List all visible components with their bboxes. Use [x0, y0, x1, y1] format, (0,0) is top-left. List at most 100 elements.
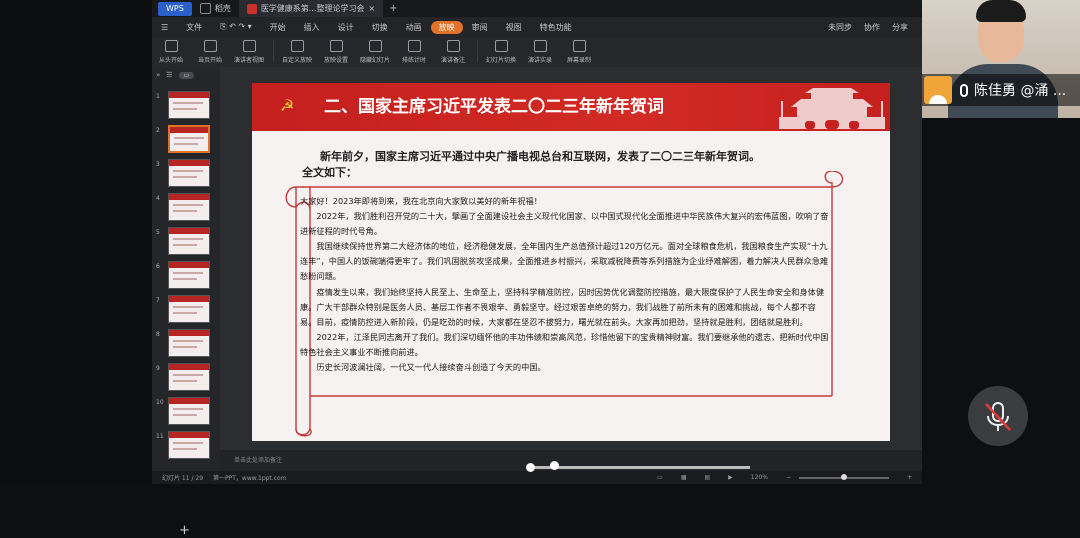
play-current-icon: [203, 40, 217, 52]
new-year-speech-text: 大家好！2023年即将到来，我在北京向大家致以美好的新年祝福！ 2022年，我们…: [300, 194, 830, 375]
settings-icon: [329, 40, 343, 52]
slide-thumbnail[interactable]: [168, 125, 210, 153]
slide-number: 10: [156, 399, 164, 406]
slide-number: 6: [156, 263, 160, 270]
add-slide-icon[interactable]: +: [179, 523, 190, 538]
rehearse-timing-button[interactable]: 排练计时: [395, 40, 433, 64]
panel-header: » ☰ ▭: [152, 67, 220, 83]
tab-document[interactable]: 医学健康系第...整理论学习会 ×: [238, 0, 384, 17]
custom-show-icon: [290, 40, 304, 52]
current-slide[interactable]: ☭ 二、国家主席习近平发表二〇二三年新年贺词 新年前夕，国家主席习近平通过中央广…: [252, 83, 890, 441]
reading-view-icon[interactable]: ▤: [704, 474, 710, 481]
transition-icon: [494, 40, 508, 52]
menu-design[interactable]: 设计: [329, 22, 363, 33]
show-settings-button[interactable]: 放映设置: [317, 40, 355, 64]
slide-thumbnail[interactable]: [168, 431, 210, 459]
slide-transition-button[interactable]: 幻灯片切换: [482, 40, 520, 64]
collaborate-button[interactable]: 协作: [864, 22, 880, 33]
slide-thumbnail[interactable]: [168, 295, 210, 323]
menu-undo-icons[interactable]: ⎘ ↶ ↷ ▾: [211, 22, 260, 32]
list-view-icon[interactable]: ☰: [166, 71, 172, 79]
menu-file[interactable]: 文件: [177, 22, 211, 33]
sorter-view-icon[interactable]: ▦: [681, 474, 687, 481]
menu-view[interactable]: 视图: [497, 22, 531, 33]
presenter-view-button[interactable]: 演讲者视图: [230, 40, 268, 64]
status-bar: 幻灯片 11 / 29 第一PPT，www.1ppt.com ▭ ▦ ▤ ▶ 1…: [152, 471, 922, 484]
menu-animation[interactable]: 动画: [397, 22, 431, 33]
slide-number: 9: [156, 365, 160, 372]
slide-thumbnail[interactable]: [168, 261, 210, 289]
theme-name: 第一PPT，www.1ppt.com: [213, 475, 287, 482]
hide-slide-button[interactable]: 隐藏幻灯片: [356, 40, 394, 64]
sync-status[interactable]: 未同步: [828, 22, 852, 33]
menu-transition[interactable]: 切换: [363, 22, 397, 33]
menu-home[interactable]: 开始: [261, 22, 295, 33]
tab-docer[interactable]: 稻壳: [192, 0, 239, 17]
screen-record-button[interactable]: 屏幕录制: [560, 40, 598, 64]
hide-slide-icon: [368, 40, 382, 52]
slide-canvas: ☭ 二、国家主席习近平发表二〇二三年新年贺词 新年前夕，国家主席习近平通过中央广…: [220, 67, 922, 471]
user-avatar-icon: [924, 76, 952, 104]
slide-number: 7: [156, 297, 160, 304]
slide-thumbnail[interactable]: [168, 91, 210, 119]
speech-record-button[interactable]: 演讲实录: [521, 40, 559, 64]
menu-features[interactable]: 特色功能: [531, 22, 581, 33]
zoom-out-icon[interactable]: −: [786, 474, 791, 481]
participant-name: 陈佳勇 @涌 ...: [974, 83, 1067, 99]
slideshow-ribbon: 从头开始 当页开始 演讲者视图 自定义放映 放映设置 隐藏幻灯片 排练计时 演讲…: [152, 37, 922, 67]
normal-view-icon[interactable]: ▭: [657, 474, 663, 481]
timer-icon: [407, 40, 421, 52]
speech-paragraph: 大家好！2023年即将到来，我在北京向大家致以美好的新年祝福！: [300, 196, 542, 206]
slide-thumbnail[interactable]: [168, 227, 210, 255]
slide-thumbnail[interactable]: [168, 159, 210, 187]
webcam-feed: 陈佳勇 @涌 ...: [922, 0, 1080, 118]
slide-number: 2: [156, 127, 160, 134]
new-tab-icon[interactable]: +: [383, 3, 403, 14]
wps-presentation-window: WPS 稻壳 医学健康系第...整理论学习会 × + ☰ 文件 ⎘ ↶ ↷ ▾ …: [152, 0, 922, 538]
slide-thumbnail-panel: » ☰ ▭ 1 2 3 4 5 6 7 8 9 10 11 +: [152, 67, 220, 538]
zoom-slider[interactable]: [798, 473, 889, 480]
slide-counter: 幻灯片 11 / 29: [162, 475, 204, 482]
zoom-level: 120%: [750, 474, 768, 481]
hammer-sickle-icon: ☭: [280, 96, 295, 115]
menu-slideshow[interactable]: 放映: [430, 20, 463, 34]
play-current-button[interactable]: 当页开始: [191, 40, 229, 64]
speech-paragraph: 2022年，我们胜利召开党的二十大，擘画了全面建设社会主义现代化国家、以中国式现…: [300, 211, 829, 237]
play-slideshow-icon[interactable]: ▶: [728, 474, 733, 481]
ribbon-divider: [477, 40, 478, 62]
video-progress-bar[interactable]: [526, 461, 750, 472]
collapse-panel-icon[interactable]: »: [156, 71, 160, 79]
mute-microphone-button[interactable]: [968, 386, 1028, 446]
custom-show-button[interactable]: 自定义放映: [278, 40, 316, 64]
slide-thumbnail[interactable]: [168, 363, 210, 391]
zoom-slider-knob[interactable]: [840, 473, 847, 480]
participant-namebar: 陈佳勇 @涌 ...: [922, 74, 1080, 106]
close-tab-icon[interactable]: ×: [368, 0, 375, 17]
presenter-icon: [242, 40, 256, 52]
speech-paragraph: 历史长河波澜壮阔，一代又一代人接续奋斗创造了今天的中国。: [316, 362, 546, 373]
slide-thumbnail[interactable]: [168, 329, 210, 357]
speech-paragraph: 我国继续保持世界第二大经济体的地位，经济稳健发展，全年国内生产总值预计超过120…: [300, 241, 829, 282]
wps-home-tab[interactable]: WPS: [158, 1, 192, 16]
mic-off-icon: [985, 402, 1011, 431]
slide-thumbnail[interactable]: [168, 397, 210, 425]
play-from-start-button[interactable]: 从头开始: [152, 40, 190, 64]
menu-review[interactable]: 审阅: [463, 22, 497, 33]
notes-icon: [446, 40, 460, 52]
progress-knob-secondary[interactable]: [550, 461, 559, 470]
slide-number: 8: [156, 331, 160, 338]
title-bar: WPS 稻壳 医学健康系第...整理论学习会 × +: [152, 0, 922, 17]
thumbnail-view-toggle[interactable]: ▭: [178, 71, 195, 79]
docer-icon: [199, 3, 211, 14]
speaker-notes-button[interactable]: 演讲备注: [434, 40, 472, 64]
zoom-in-icon[interactable]: +: [907, 474, 912, 481]
slide-number: 1: [156, 93, 160, 100]
slide-header-banner: ☭ 二、国家主席习近平发表二〇二三年新年贺词: [252, 83, 890, 131]
progress-knob[interactable]: [526, 463, 535, 472]
hamburger-icon[interactable]: ☰: [152, 23, 177, 32]
menu-insert[interactable]: 插入: [295, 22, 329, 33]
ppt-file-icon: [246, 3, 257, 14]
share-button[interactable]: 分享: [892, 22, 908, 33]
slide-number: 3: [156, 161, 160, 168]
slide-thumbnail[interactable]: [168, 193, 210, 221]
